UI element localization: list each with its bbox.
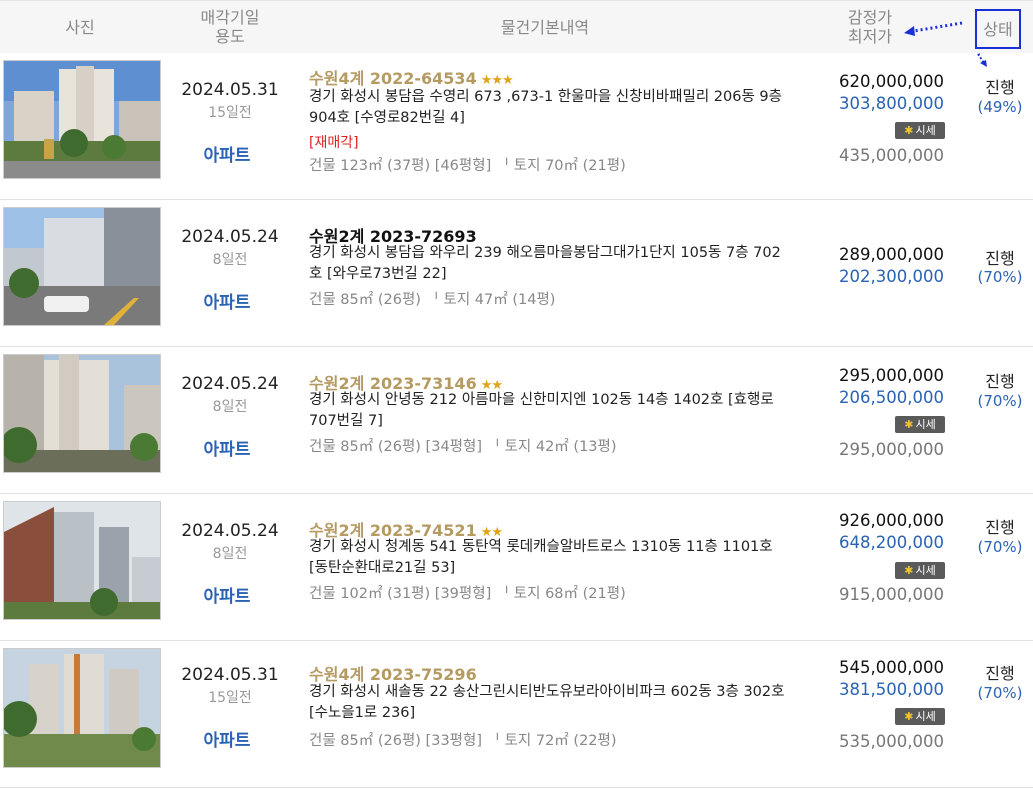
status-percent: (70%) [977, 392, 1023, 410]
sale-date: 2024.05.31 [181, 80, 279, 100]
appraised-price: 295,000,000 [839, 366, 944, 385]
days-left: 8일전 [212, 546, 248, 562]
header-photo: 사진 [65, 18, 95, 37]
sale-date: 2024.05.24 [181, 521, 279, 541]
table-row[interactable]: 2024.05.31 15일전 아파트 수원4계 2023-75296 경기 화… [0, 641, 1033, 788]
market-icon: ✱ [904, 418, 914, 431]
star-rating-icon: ★★★ [480, 73, 514, 88]
market-icon: ✱ [904, 710, 914, 723]
days-left: 8일전 [212, 399, 248, 415]
sale-date: 2024.05.24 [181, 374, 279, 394]
sale-price: 535,000,000 [839, 732, 944, 751]
market-price-button[interactable]: ✱ 시세 [895, 562, 945, 579]
property-address: 경기 화성시 청계동 541 동탄역 롯데캐슬알바트로스 1310동 11층 1… [309, 539, 773, 576]
header-appraised-label: 감정가 [847, 8, 893, 27]
sale-price: 295,000,000 [839, 440, 944, 459]
header-date-label: 매각기일 [200, 8, 260, 27]
property-photo[interactable] [3, 60, 161, 179]
sale-price: 915,000,000 [839, 585, 944, 604]
status-text: 진행 [985, 518, 1015, 537]
appraised-price: 289,000,000 [839, 245, 944, 264]
status-percent: (49%) [977, 98, 1023, 116]
property-photo[interactable] [3, 207, 161, 326]
status-sort-button[interactable]: 상태 [975, 9, 1021, 49]
appraised-price: 620,000,000 [839, 72, 944, 91]
days-left: 15일전 [208, 105, 252, 121]
area-info: 건물 102㎡ (31평) [39평형] ᅵ 토지 68㎡ (21평) [309, 586, 626, 602]
property-address: 경기 화성시 봉담읍 수영리 673 ,673-1 한울마을 신창비바패밀리 2… [309, 89, 782, 126]
header-date: 매각기일 용도 [170, 8, 290, 46]
minimum-price: 206,500,000 [839, 388, 944, 407]
days-left: 15일전 [208, 690, 252, 706]
case-number: 수원4계 2022-64534 [309, 69, 477, 88]
area-info: 건물 85㎡ (26평) [34평형] ᅵ 토지 42㎡ (13평) [309, 439, 617, 455]
status-percent: (70%) [977, 538, 1023, 556]
status-text: 진행 [985, 372, 1015, 391]
market-icon: ✱ [904, 564, 914, 577]
appraised-price: 545,000,000 [839, 658, 944, 677]
property-type[interactable]: 아파트 [160, 726, 294, 751]
property-photo[interactable] [3, 354, 161, 473]
minimum-price: 202,300,000 [839, 267, 944, 286]
minimum-price: 381,500,000 [839, 680, 944, 699]
market-label: 시세 [915, 124, 936, 137]
table-row[interactable]: 2024.05.24 8일전 아파트 수원2계 2023-74521 ★★ 경기 … [0, 494, 1033, 641]
minimum-price: 648,200,000 [839, 533, 944, 552]
resale-badge: [재매각] [309, 135, 359, 151]
property-address: 경기 화성시 봉담읍 와우리 239 해오름마을봉담그대가1단지 105동 7층… [309, 245, 781, 282]
header-price: 감정가 최저가 [835, 8, 905, 46]
area-info: 건물 85㎡ (26평) ᅵ 토지 47㎡ (14평) [309, 292, 556, 308]
status-text: 진행 [985, 664, 1015, 683]
appraised-price: 926,000,000 [839, 511, 944, 530]
sale-price: 435,000,000 [839, 146, 944, 165]
status-percent: (70%) [977, 684, 1023, 702]
table-row[interactable]: 2024.05.31 15일전 아파트 수원4계 2022-64534 ★★★ 경… [0, 53, 1033, 200]
property-type[interactable]: 아파트 [160, 288, 294, 313]
market-label: 시세 [915, 710, 936, 723]
header-usage-label: 용도 [215, 27, 245, 46]
days-left: 8일전 [212, 252, 248, 268]
property-photo[interactable] [3, 501, 161, 620]
status-text: 진행 [985, 78, 1015, 97]
header-status: 상태 [983, 20, 1013, 39]
market-price-button[interactable]: ✱ 시세 [895, 122, 945, 139]
sale-date: 2024.05.24 [181, 227, 279, 247]
case-number-link[interactable]: 수원4계 2022-64534 ★★★ [309, 65, 514, 89]
header-details: 물건기본내역 [500, 18, 590, 37]
property-address: 경기 화성시 안녕동 212 아름마을 신한미지엔 102동 14층 1402호… [309, 392, 774, 429]
market-label: 시세 [915, 418, 936, 431]
table-row[interactable]: 2024.05.24 8일전 아파트 수원2계 2023-73146 ★★ 경기 … [0, 347, 1033, 494]
status-percent: (70%) [977, 268, 1023, 286]
property-type[interactable]: 아파트 [160, 141, 294, 166]
market-icon: ✱ [904, 124, 914, 137]
table-header: 사진 매각기일 용도 물건기본내역 감정가 최저가 상태 [0, 0, 1033, 67]
market-price-button[interactable]: ✱ 시세 [895, 708, 945, 725]
header-minimum-label: 최저가 [847, 27, 893, 46]
market-label: 시세 [915, 564, 936, 577]
status-text: 진행 [985, 249, 1015, 268]
market-price-button[interactable]: ✱ 시세 [895, 416, 945, 433]
minimum-price: 303,800,000 [839, 94, 944, 113]
area-info: 건물 85㎡ (26평) [33평형] ᅵ 토지 72㎡ (22평) [309, 733, 617, 749]
property-photo[interactable] [3, 648, 161, 768]
property-address: 경기 화성시 새솔동 22 송산그린시티반도유보라아이비파크 602동 3층 3… [309, 684, 785, 721]
table-row[interactable]: 2024.05.24 8일전 아파트 수원2계 2023-72693 경기 화성… [0, 200, 1033, 347]
area-info: 건물 123㎡ (37평) [46평형] ᅵ 토지 70㎡ (21평) [309, 158, 626, 174]
sale-date: 2024.05.31 [181, 665, 279, 685]
property-type[interactable]: 아파트 [160, 435, 294, 460]
property-type[interactable]: 아파트 [160, 582, 294, 607]
